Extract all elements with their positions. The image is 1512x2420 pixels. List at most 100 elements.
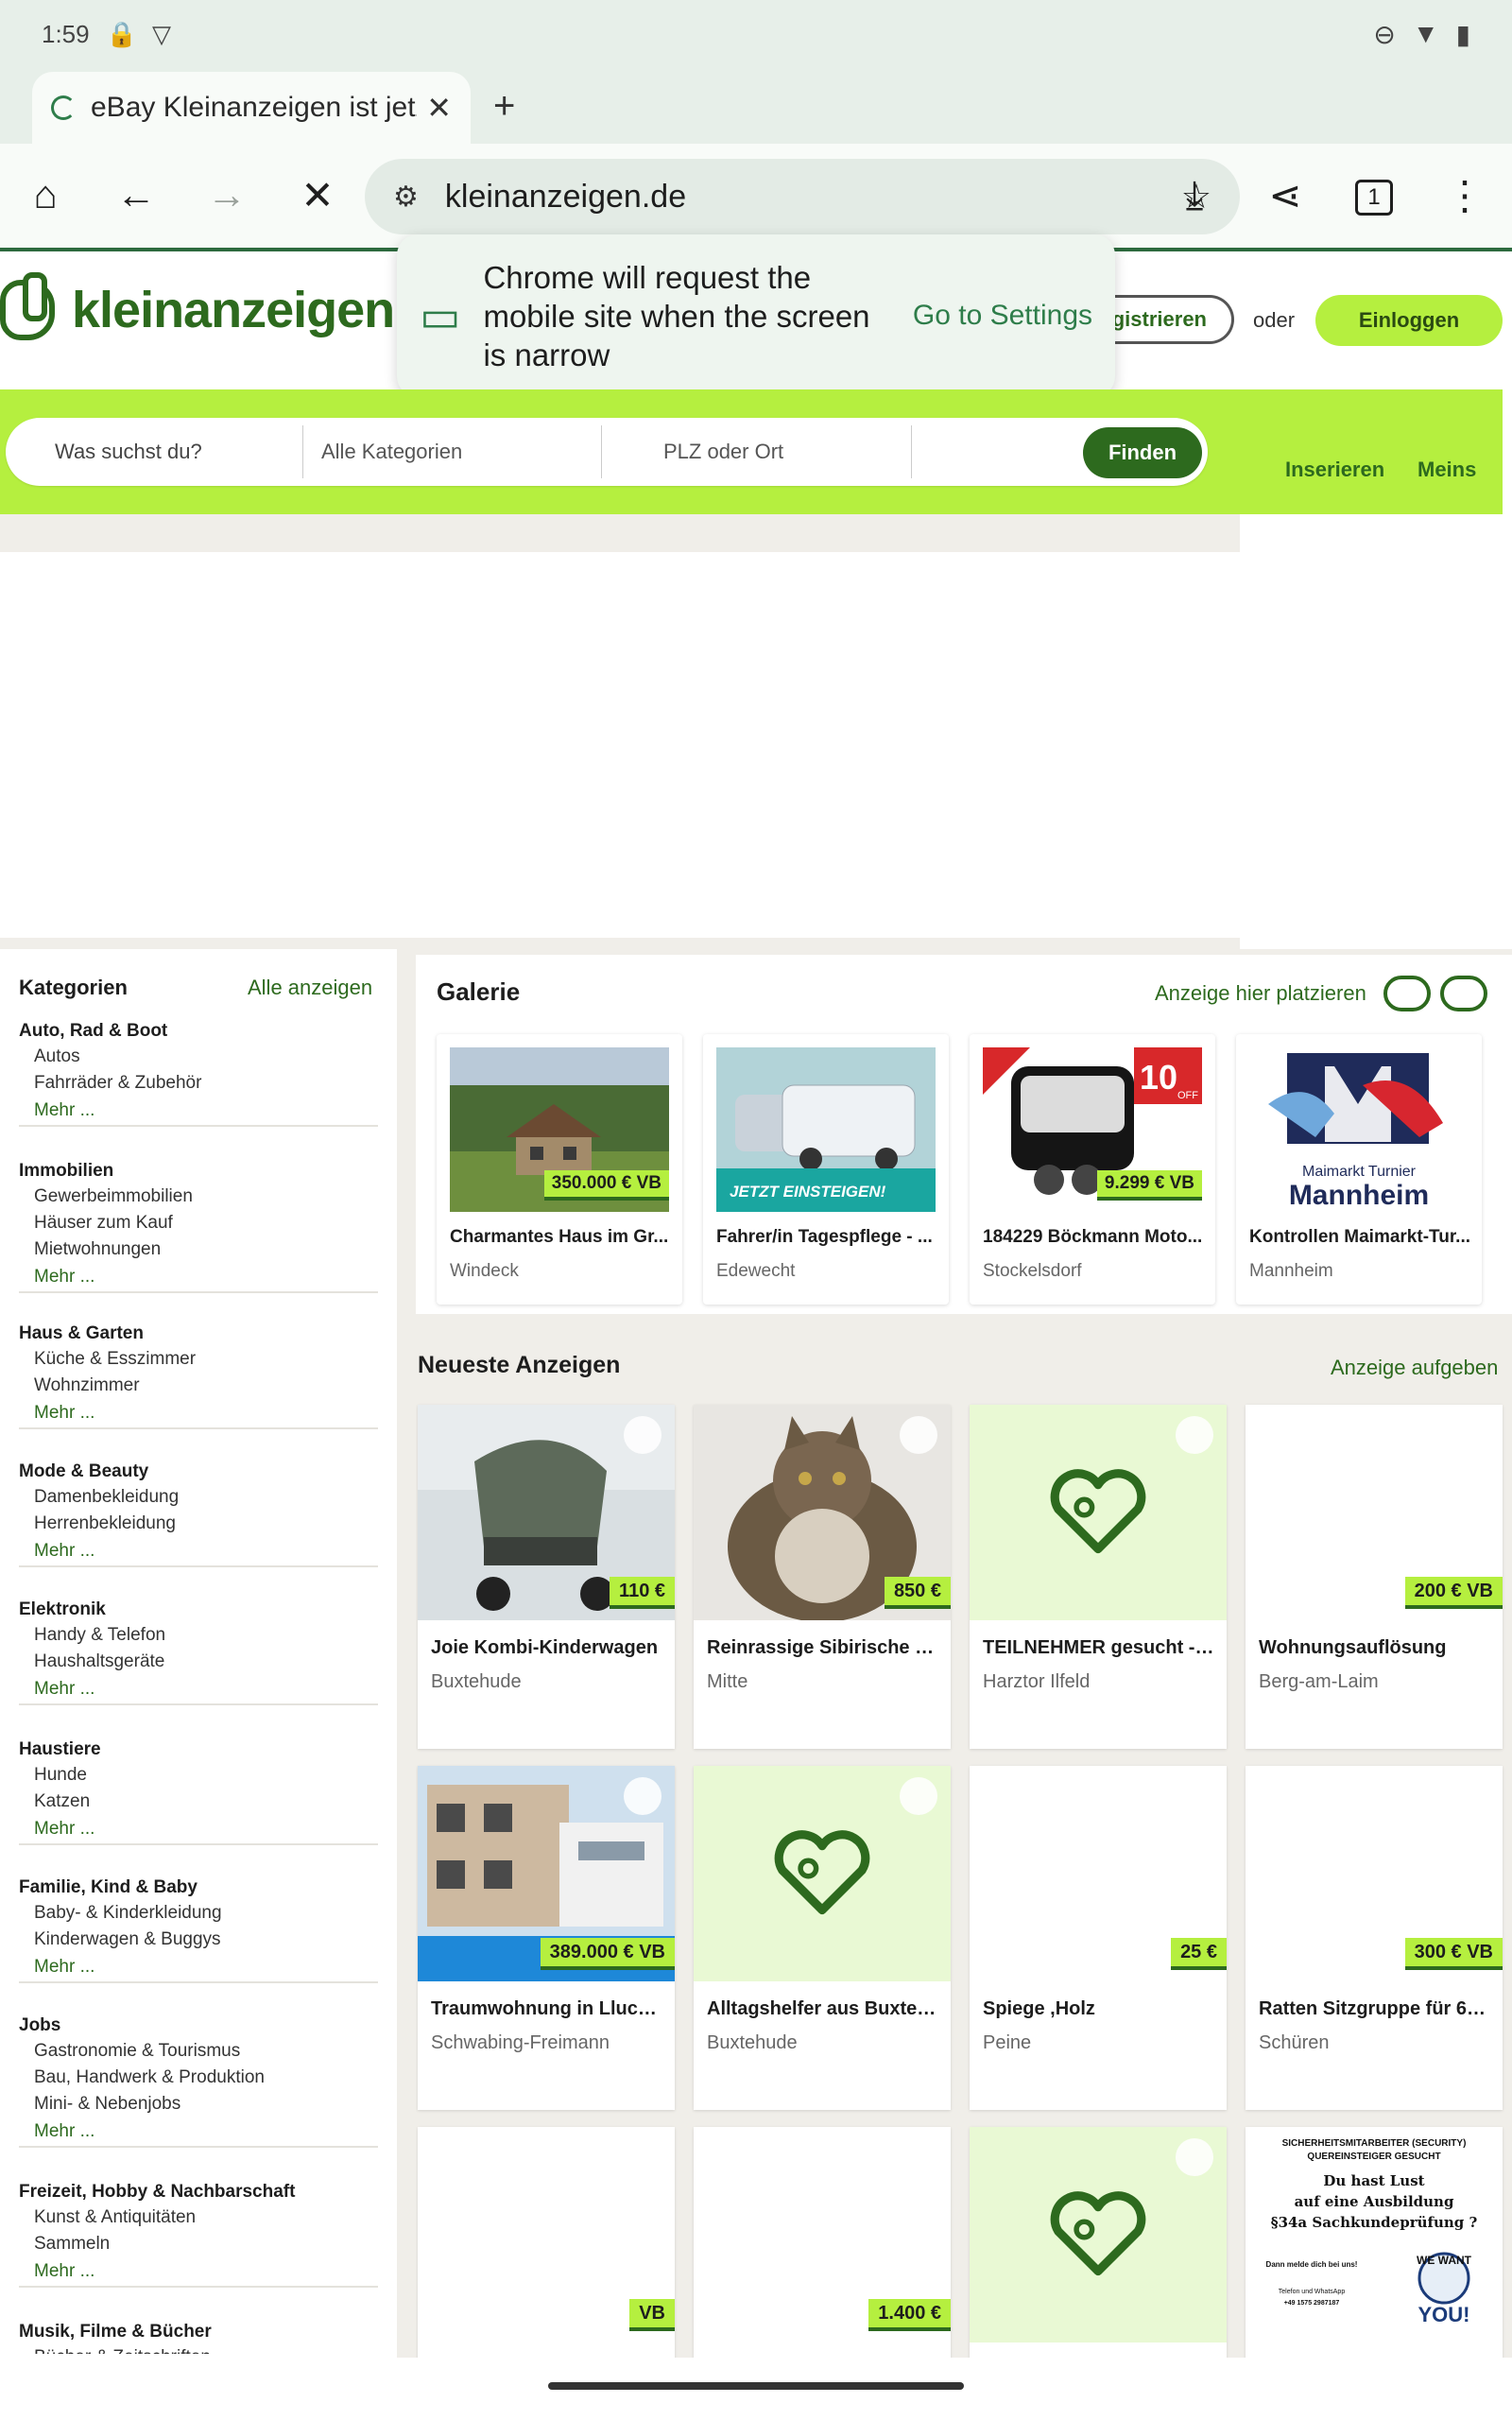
address-bar[interactable]: ⚙ kleinanzeigen.de ☆: [365, 159, 1240, 234]
category-title[interactable]: Musik, Filme & Bücher: [19, 2320, 378, 2344]
listing-card[interactable]: 1.400 €Außenbordmotor 13 Ps: [694, 2127, 951, 2358]
subcategory-link[interactable]: Damenbekleidung: [34, 1484, 378, 1511]
browser-tab[interactable]: eBay Kleinanzeigen ist jetzt ✕: [32, 72, 471, 144]
subcategory-link[interactable]: Herrenbekleidung: [34, 1511, 378, 1537]
overflow-menu-icon[interactable]: ⋮: [1435, 164, 1495, 225]
subcategory-link[interactable]: Bau, Handwerk & Produktion: [34, 2065, 378, 2091]
gallery-place-ad-link[interactable]: Anzeige hier platzieren: [1155, 981, 1366, 1006]
favorite-toggle-icon[interactable]: [1176, 2138, 1213, 2176]
kleinanzeigen-heart-icon: [1050, 1469, 1146, 1554]
forward-arrow-icon[interactable]: →: [197, 164, 257, 225]
my-account-link[interactable]: Meins: [1418, 458, 1476, 482]
category-group: Haus & Garten Küche & Esszimmer Wohnzimmer…: [0, 1322, 378, 1429]
category-select[interactable]: Alle Kategorien: [321, 418, 595, 486]
search-query-input[interactable]: Was suchst du?: [55, 418, 291, 486]
category-title[interactable]: Mode & Beauty: [19, 1460, 378, 1484]
subcategory-link[interactable]: Kinderwagen & Buggys: [34, 1927, 378, 1953]
listing-card[interactable]: TEILNEHMER gesucht - Fl... Harztor Ilfeld: [970, 1405, 1227, 1749]
post-ad-link[interactable]: Inserieren: [1285, 458, 1384, 482]
subcategory-link[interactable]: Wohnzimmer: [34, 1373, 378, 1399]
more-link[interactable]: Mehr ...: [34, 1263, 378, 1291]
category-title[interactable]: Freizeit, Hobby & Nachbarschaft: [19, 2180, 378, 2204]
subcategory-link[interactable]: Handy & Telefon: [34, 1622, 378, 1649]
listing-card[interactable]: 850 € Reinrassige Sibirische Ka... Mitte: [694, 1405, 951, 1749]
subcategory-link[interactable]: Küche & Esszimmer: [34, 1346, 378, 1373]
more-link[interactable]: Mehr ...: [34, 1537, 378, 1565]
login-button[interactable]: Einloggen: [1315, 295, 1503, 346]
subcategory-link[interactable]: Sammeln: [34, 2231, 378, 2257]
category-title[interactable]: Elektronik: [19, 1598, 378, 1622]
listing-card[interactable]: 200 € VB Wohnungsauflösung Berg-am-Laim: [1246, 1405, 1503, 1749]
gallery-next-icon[interactable]: [1440, 976, 1487, 1011]
category-title[interactable]: Jobs: [19, 2014, 378, 2038]
gallery-prev-icon[interactable]: [1383, 976, 1431, 1011]
more-link[interactable]: Mehr ...: [34, 1675, 378, 1703]
home-gesture-bar[interactable]: [548, 2382, 964, 2390]
listing-card[interactable]: 389.000 € VB Traumwohnung in Llucma... Sch…: [418, 1766, 675, 2110]
download-icon[interactable]: ⤓: [1164, 164, 1225, 225]
stop-loading-icon[interactable]: ✕: [287, 164, 348, 225]
gallery-card[interactable]: JETZT EINSTEIGEN! Fahrer/in Tagespflege …: [703, 1034, 949, 1305]
more-link[interactable]: Mehr ...: [34, 2118, 378, 2146]
listing-card[interactable]: 25 € Spiege ,Holz Peine: [970, 1766, 1227, 2110]
listing-card[interactable]: SICHERHEITSMITARBEITER (SECURITY) QUEREIN…: [1246, 2127, 1503, 2358]
gallery-card[interactable]: Maimarkt Turnier Mannheim Kontrollen Mai…: [1236, 1034, 1482, 1305]
listing-card[interactable]: 110 € Joie Kombi-Kinderwagen Buxtehude: [418, 1405, 675, 1749]
register-button[interactable]: gistrieren: [1096, 295, 1234, 344]
more-link[interactable]: Mehr ...: [34, 1815, 378, 1843]
listing-card[interactable]: Alltagshelfer aus Buxtehu... Buxtehude: [694, 1766, 951, 2110]
subcategory-link[interactable]: Kunst & Antiquitäten: [34, 2204, 378, 2231]
listing-card[interactable]: Meine Kleine Neue Abenb...: [970, 2127, 1227, 2358]
subcategory-link[interactable]: Häuser zum Kauf: [34, 1210, 378, 1236]
location-input[interactable]: PLZ oder Ort: [663, 418, 909, 486]
more-link[interactable]: Mehr ...: [34, 1097, 378, 1125]
favorite-toggle-icon[interactable]: [900, 1416, 937, 1454]
price-tag: 850 €: [884, 1577, 951, 1609]
subcategory-link[interactable]: Gastronomie & Tourismus: [34, 2038, 378, 2065]
search-band: Was suchst du? Alle Kategorien PLZ oder …: [0, 389, 1503, 514]
subcategory-link[interactable]: Fahrräder & Zubehör: [34, 1070, 378, 1097]
listing-card[interactable]: 300 € VB Ratten Sitzgruppe für 6Pe... Schü…: [1246, 1766, 1503, 2110]
listing-card[interactable]: VBMaler, Renovierungsarbei...: [418, 2127, 675, 2358]
category-title[interactable]: Haustiere: [19, 1737, 378, 1762]
favorite-toggle-icon[interactable]: [624, 1416, 662, 1454]
go-to-settings-link[interactable]: Go to Settings: [913, 300, 1092, 332]
subcategory-link[interactable]: Hunde: [34, 1762, 378, 1789]
back-arrow-icon[interactable]: ←: [106, 164, 166, 225]
gallery-card[interactable]: 350.000 € VB Charmantes Haus im Gr... Wi…: [437, 1034, 682, 1305]
subcategory-link[interactable]: Bücher & Zeitschriften: [34, 2344, 378, 2354]
subcategory-link[interactable]: Autos: [34, 1044, 378, 1070]
show-all-categories-link[interactable]: Alle anzeigen: [248, 976, 372, 1000]
share-icon[interactable]: ⋖: [1255, 164, 1315, 225]
category-title[interactable]: Immobilien: [19, 1159, 378, 1184]
close-tab-icon[interactable]: ✕: [426, 90, 452, 126]
favorite-toggle-icon[interactable]: [900, 1777, 937, 1815]
site-settings-icon[interactable]: ⚙: [393, 181, 419, 214]
category-separator: [19, 1843, 378, 1845]
price-tag: 300 € VB: [1404, 1938, 1503, 1970]
category-title[interactable]: Auto, Rad & Boot: [19, 1019, 378, 1044]
home-icon[interactable]: ⌂: [15, 164, 76, 225]
listing-title: Wohnungsauflösung: [1259, 1637, 1447, 1658]
tab-switcher-button[interactable]: 1: [1355, 180, 1393, 216]
more-link[interactable]: Mehr ...: [34, 1953, 378, 1981]
search-submit-button[interactable]: Finden: [1083, 427, 1202, 478]
favorite-toggle-icon[interactable]: [624, 1777, 662, 1815]
more-link[interactable]: Mehr ...: [34, 1399, 378, 1427]
new-tab-icon[interactable]: +: [493, 85, 515, 128]
favorite-toggle-icon[interactable]: [1176, 1416, 1213, 1454]
site-logo[interactable]: kleinanzeigen: [0, 272, 395, 340]
subcategory-link[interactable]: Mini- & Nebenjobs: [34, 2091, 378, 2118]
category-separator: [19, 1427, 378, 1429]
subcategory-link[interactable]: Haushaltsgeräte: [34, 1649, 378, 1675]
more-link[interactable]: Mehr ...: [34, 2257, 378, 2286]
category-title[interactable]: Haus & Garten: [19, 1322, 378, 1346]
subcategory-link[interactable]: Katzen: [34, 1789, 378, 1815]
post-ad-link[interactable]: Anzeige aufgeben: [1331, 1356, 1498, 1380]
gallery-card[interactable]: 10 OFF 9.299 € VB 184229 Böckmann Moto..…: [970, 1034, 1215, 1305]
subcategory-link[interactable]: Baby- & Kinderkleidung: [34, 1900, 378, 1927]
subcategory-link[interactable]: Mietwohnungen: [34, 1236, 378, 1263]
subcategory-link[interactable]: Gewerbeimmobilien: [34, 1184, 378, 1210]
listing-title: Kontrollen Maimarkt-Tur...: [1249, 1227, 1471, 1247]
category-title[interactable]: Familie, Kind & Baby: [19, 1876, 378, 1900]
